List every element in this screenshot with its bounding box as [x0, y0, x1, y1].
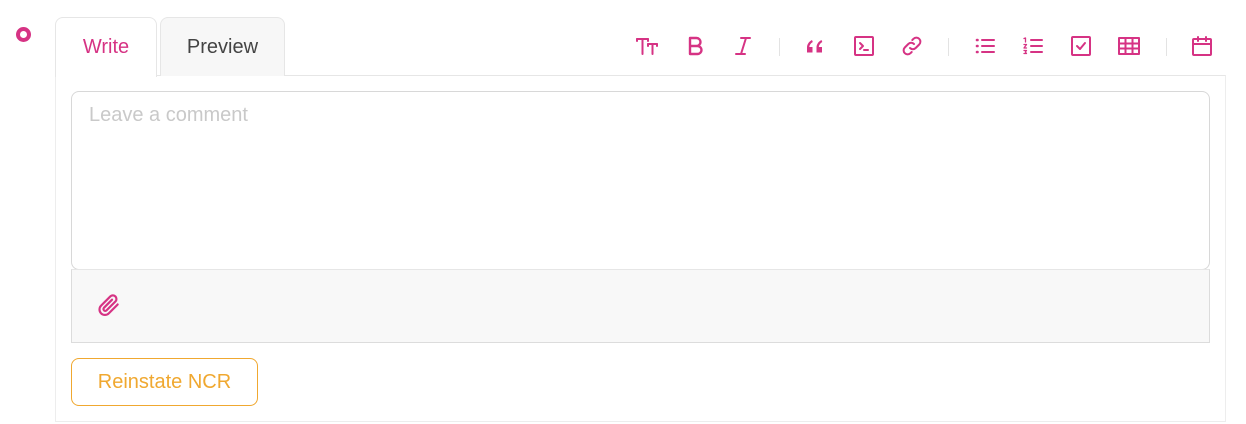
reinstate-ncr-button[interactable]: Reinstate NCR: [71, 358, 258, 406]
bold-icon[interactable]: [679, 30, 711, 62]
tab-write[interactable]: Write: [55, 17, 157, 77]
italic-icon[interactable]: [727, 30, 759, 62]
formatting-toolbar: [620, 30, 1220, 62]
heading-icon[interactable]: [631, 30, 663, 62]
code-icon[interactable]: [848, 30, 880, 62]
numbered-list-icon[interactable]: [1017, 30, 1049, 62]
toolbar-separator: [1166, 38, 1167, 56]
bullet-list-icon[interactable]: [969, 30, 1001, 62]
table-icon[interactable]: [1113, 30, 1145, 62]
timeline-dot: [16, 27, 31, 42]
calendar-icon[interactable]: [1186, 30, 1218, 62]
paperclip-icon[interactable]: [96, 292, 122, 318]
comment-composer: Write Preview Leave a comment Reinstate …: [0, 0, 1246, 424]
task-list-icon[interactable]: [1065, 30, 1097, 62]
link-icon[interactable]: [896, 30, 928, 62]
toolbar-separator: [779, 38, 780, 56]
tab-preview[interactable]: Preview: [160, 17, 285, 76]
comment-textarea[interactable]: Leave a comment: [71, 91, 1210, 270]
quote-icon[interactable]: [798, 30, 830, 62]
toolbar-separator: [948, 38, 949, 56]
attachment-bar[interactable]: [71, 269, 1210, 343]
comment-placeholder: Leave a comment: [89, 104, 248, 126]
